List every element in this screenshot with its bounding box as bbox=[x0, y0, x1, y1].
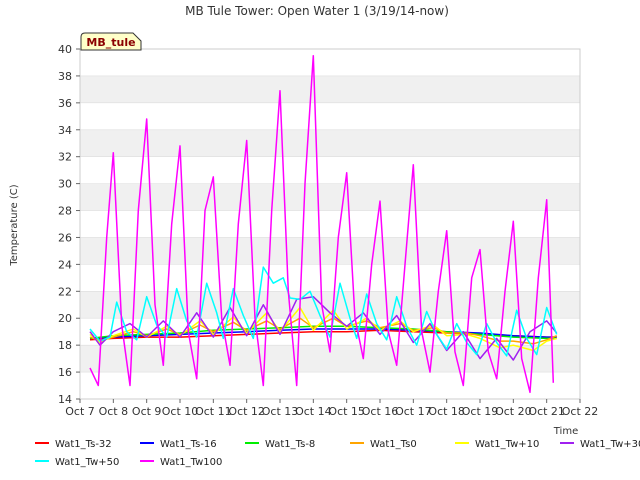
legend-label: Wat1_Tw+30 bbox=[580, 439, 640, 450]
site-badge: MB_tule bbox=[80, 32, 142, 51]
y-tick-label: 32 bbox=[58, 151, 72, 164]
grid-band bbox=[80, 183, 580, 211]
legend-label: Wat1_Ts-16 bbox=[160, 439, 217, 450]
y-tick-label: 18 bbox=[58, 339, 72, 352]
y-tick-label: 22 bbox=[58, 285, 72, 298]
x-axis: Oct 7 Oct 8 Oct 9 Oct 10Oct 11Oct 12Oct 13O… bbox=[65, 399, 598, 418]
x-tick-label: Oct 13 bbox=[262, 405, 299, 418]
x-tick-label: Oct 11 bbox=[195, 405, 232, 418]
y-tick-label: 24 bbox=[58, 258, 72, 271]
x-tick-label: Oct 22 bbox=[562, 405, 599, 418]
y-tick-label: 16 bbox=[58, 366, 72, 379]
y-tick-label: 36 bbox=[58, 97, 72, 110]
y-tick-label: 26 bbox=[58, 231, 72, 244]
x-tick-label: Oct 20 bbox=[495, 405, 532, 418]
y-tick-label: 30 bbox=[58, 178, 72, 191]
x-tick-label: Oct 8 bbox=[99, 405, 129, 418]
legend: Wat1_Ts-32 Wat1_Ts-16 Wat1_Ts-8 Wat1_Ts0 Wat… bbox=[35, 439, 640, 468]
chart-title: MB Tule Tower: Open Water 1 (3/19/14-now… bbox=[185, 4, 449, 18]
y-tick-label: 34 bbox=[58, 124, 72, 137]
x-tick-label: Oct 18 bbox=[428, 405, 465, 418]
legend-label: Wat1_Tw+10 bbox=[475, 439, 539, 450]
legend-label: Wat1_Tw100 bbox=[160, 457, 222, 468]
x-tick-label: Oct 19 bbox=[462, 405, 499, 418]
x-tick-label: Oct 21 bbox=[528, 405, 565, 418]
legend-label: Wat1_Ts-8 bbox=[265, 439, 315, 450]
y-tick-label: 28 bbox=[58, 205, 72, 218]
legend-label: Wat1_Ts-32 bbox=[55, 439, 112, 450]
legend-label: Wat1_Tw+50 bbox=[55, 457, 119, 468]
grid-band bbox=[80, 237, 580, 265]
x-tick-label: Oct 7 bbox=[65, 405, 95, 418]
grid-band bbox=[80, 129, 580, 157]
site-badge-label: MB_tule bbox=[86, 36, 135, 49]
x-tick-label: Oct 15 bbox=[328, 405, 365, 418]
x-tick-label: Oct 14 bbox=[295, 405, 332, 418]
x-axis-title: Time bbox=[553, 426, 578, 437]
y-tick-label: 38 bbox=[58, 70, 72, 83]
x-tick-label: Oct 12 bbox=[228, 405, 265, 418]
x-tick-label: Oct 10 bbox=[162, 405, 199, 418]
y-axis: 1416182022242628303234363840 bbox=[58, 43, 80, 406]
y-tick-label: 40 bbox=[58, 43, 72, 56]
legend-label: Wat1_Ts0 bbox=[370, 439, 417, 450]
x-tick-label: Oct 16 bbox=[362, 405, 399, 418]
y-axis-title: Temperature (C) bbox=[9, 184, 20, 266]
y-tick-label: 20 bbox=[58, 312, 72, 325]
x-tick-label: Oct 17 bbox=[395, 405, 432, 418]
x-tick-label: Oct 9 bbox=[132, 405, 162, 418]
chart: MB Tule Tower: Open Water 1 (3/19/14-now… bbox=[9, 4, 640, 468]
grid-band bbox=[80, 75, 580, 103]
